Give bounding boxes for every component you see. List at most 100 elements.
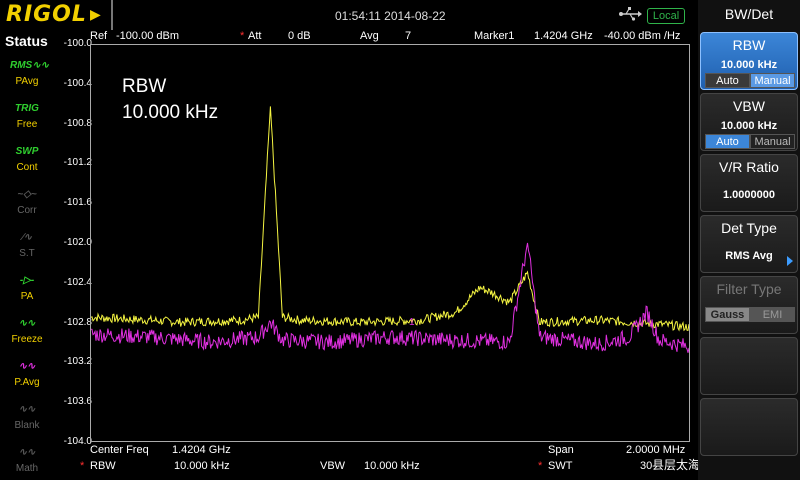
- status-item-label: PA: [20, 291, 34, 302]
- vbw-value: 10.000 kHz: [364, 460, 420, 472]
- swt-label: SWT: [548, 460, 573, 472]
- vbw-label: VBW: [320, 460, 346, 472]
- vbw-mode-toggle[interactable]: Auto Manual: [705, 134, 795, 149]
- vbw-softkey[interactable]: VBW 10.000 kHz Auto Manual: [700, 93, 798, 151]
- trig-icon: TRIG: [15, 103, 39, 114]
- gauss-option[interactable]: Gauss: [705, 307, 750, 322]
- status-item-power-avg: ∿∿ P.Avg: [6, 357, 48, 395]
- status-item-label: Math: [15, 463, 39, 474]
- status-item-blank: ∿∿ Blank: [6, 400, 48, 438]
- avg-label: Avg: [360, 30, 379, 42]
- y-tick-label: -103.6: [63, 396, 92, 408]
- status-title: Status: [5, 33, 48, 49]
- rbw-softkey[interactable]: RBW 10.000 kHz Auto Manual: [700, 32, 798, 90]
- swt-value: 30: [640, 460, 653, 472]
- trace-magenta: [91, 242, 689, 353]
- empty-softkey-7[interactable]: [700, 398, 798, 456]
- power-avg-icon: ∿∿: [18, 361, 36, 372]
- status-item-label: S.T: [19, 248, 35, 259]
- top-bar: RIGOL ▶ 01:54:11 2014-08-22 Local: [0, 0, 800, 30]
- vbw-auto-option[interactable]: Auto: [705, 134, 750, 149]
- filter-type-softkey[interactable]: Filter Type Gauss EMI: [700, 276, 798, 334]
- status-item-corr: ~◇~ Corr: [6, 185, 48, 223]
- submenu-arrow-icon: [787, 256, 793, 266]
- span-label: Span: [548, 444, 574, 456]
- brand-logo: RIGOL: [6, 2, 87, 27]
- marker-value: -40.00 dBm /Hz: [604, 30, 681, 42]
- status-item-math: ∿∿ Math: [6, 443, 48, 480]
- trace-yellow: [91, 106, 689, 332]
- local-badge: Local: [647, 8, 685, 24]
- swt-marker: *: [538, 460, 543, 472]
- rbw-mode-toggle[interactable]: Auto Manual: [705, 73, 795, 88]
- math-icon: ∿∿: [18, 447, 36, 458]
- att-value: 0 dB: [288, 30, 311, 42]
- divider: [111, 0, 113, 30]
- rbw-softkey-value: 10.000 kHz: [720, 59, 778, 71]
- vbw-softkey-title: VBW: [733, 98, 765, 114]
- freeze-icon: ∿∿: [18, 318, 36, 329]
- rms-avg-icon: RMS∿∿: [10, 60, 49, 71]
- y-tick-label: -100.8: [63, 117, 92, 129]
- vr-ratio-title: V/R Ratio: [719, 159, 779, 175]
- avg-value: 7: [405, 30, 412, 42]
- rbw-auto-option[interactable]: Auto: [705, 73, 750, 88]
- preamp-icon: -▷-: [19, 275, 35, 286]
- y-tick-label: -102.8: [63, 316, 92, 328]
- status-item-label: Cont: [16, 162, 38, 173]
- status-item-swp: SWP Cont: [6, 142, 48, 180]
- sweep-time-icon: ∕∿: [21, 232, 33, 243]
- ref-label: Ref: [90, 30, 108, 42]
- emi-option[interactable]: EMI: [750, 307, 795, 322]
- marker-label: Marker1: [474, 30, 515, 42]
- det-type-softkey[interactable]: Det Type RMS Avg: [700, 215, 798, 273]
- rbw-overlay-value: 10.000 kHz: [122, 102, 219, 123]
- y-tick-label: -100.0: [63, 38, 92, 49]
- y-tick-label: -101.2: [63, 157, 92, 169]
- status-item-rms-avg: RMS∿∿ PAvg: [6, 56, 49, 94]
- status-item-label: Freeze: [11, 334, 43, 345]
- marker-freq: 1.4204 GHz: [534, 30, 593, 42]
- y-tick-label: -102.4: [63, 276, 92, 288]
- ref-value: -100.00 dBm: [116, 30, 179, 42]
- blank-icon: ∿∿: [18, 404, 36, 415]
- footer-info: Center Freq 1.4204 GHz Span 2.0000 MHz *…: [80, 444, 698, 480]
- vr-ratio-softkey[interactable]: V/R Ratio 1.0000000: [700, 154, 798, 212]
- status-item-preamp: -▷- PA: [6, 271, 48, 309]
- datetime: 01:54:11 2014-08-22: [335, 9, 446, 23]
- status-item-sweep-time: ∕∿ S.T: [6, 228, 48, 266]
- vbw-manual-option[interactable]: Manual: [750, 134, 795, 149]
- status-item-label: PAvg: [15, 76, 39, 87]
- det-type-title: Det Type: [721, 220, 777, 236]
- y-tick-label: -103.2: [63, 356, 92, 368]
- status-item-label: Corr: [17, 205, 37, 216]
- y-tick-label: -102.0: [63, 237, 92, 248]
- vbw-softkey-value: 10.000 kHz: [720, 120, 778, 132]
- status-item-freeze: ∿∿ Freeze: [6, 314, 48, 352]
- rbw-label: RBW: [90, 460, 116, 472]
- filter-type-title: Filter Type: [716, 281, 782, 297]
- status-item-label: Blank: [14, 420, 40, 431]
- usb-icon: [619, 7, 642, 21]
- vr-ratio-value: 1.0000000: [723, 189, 775, 201]
- rbw-manual-option[interactable]: Manual: [750, 73, 795, 88]
- filter-type-toggle[interactable]: Gauss EMI: [705, 307, 795, 322]
- det-type-value: RMS Avg: [725, 250, 773, 262]
- status-item-trig: TRIG Free: [6, 99, 48, 137]
- center-freq-label: Center Freq: [90, 444, 149, 456]
- y-axis-labels: -100.0 -100.4 -100.8 -101.2 -101.6 -102.0 -102…: [52, 30, 92, 450]
- menu-title: BW/Det: [724, 6, 774, 22]
- status-panel: Status RMS∿∿ PAvg TRIG Free SWP Cont ~◇~ Corr ∕∿…: [0, 30, 52, 480]
- swp-icon: SWP: [15, 146, 39, 157]
- status-item-label: Free: [16, 119, 38, 130]
- empty-softkey-6[interactable]: [700, 337, 798, 395]
- rbw-overlay-label: RBW: [122, 76, 167, 97]
- header-info: Ref -100.00 dBm * Att 0 dB Avg 7 Marker1…: [88, 30, 692, 44]
- att-label: Att: [248, 30, 262, 42]
- rbw-overlay: RBW 10.000 kHz: [122, 74, 218, 126]
- att-marker: *: [240, 30, 245, 42]
- center-freq-value: 1.4204 GHz: [172, 444, 231, 456]
- rbw-softkey-title: RBW: [732, 37, 766, 53]
- softkey-menu: BW/Det RBW 10.000 kHz Auto Manual VBW 10…: [698, 0, 800, 480]
- span-value: 2.0000 MHz: [626, 444, 686, 456]
